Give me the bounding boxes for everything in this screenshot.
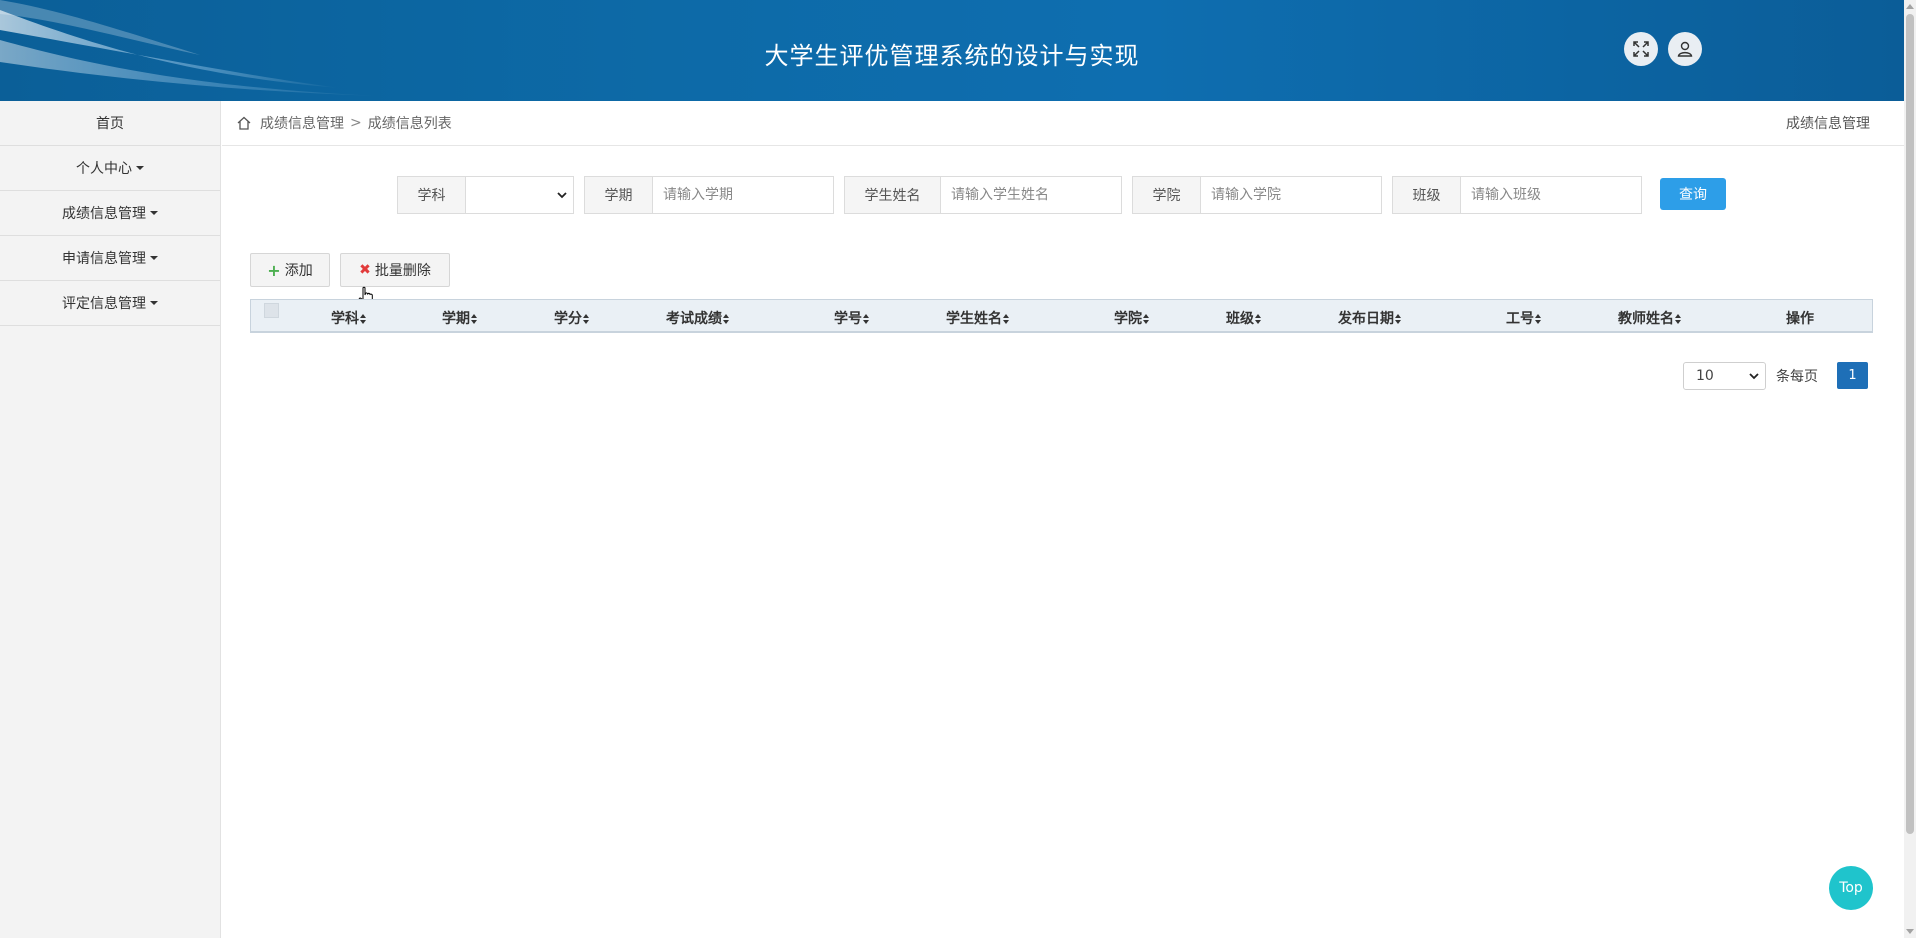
scrollbar-thumb[interactable] xyxy=(1906,14,1914,834)
class-label: 班级 xyxy=(1393,177,1461,213)
chevron-down-icon xyxy=(1749,373,1759,380)
home-icon[interactable] xyxy=(236,115,252,131)
scroll-down-arrow-icon[interactable] xyxy=(1906,929,1914,934)
sidebar-item-score-management[interactable]: 成绩信息管理 xyxy=(0,191,220,236)
sidebar-item-label: 成绩信息管理 xyxy=(62,206,146,222)
breadcrumb-level1[interactable]: 成绩信息管理 xyxy=(260,113,344,133)
sidebar-item-home[interactable]: 首页 xyxy=(0,101,220,146)
batch-delete-button-label: 批量删除 xyxy=(374,263,431,279)
back-to-top-button[interactable]: Top xyxy=(1829,866,1873,910)
sort-icon[interactable] xyxy=(471,314,478,324)
page-button-current[interactable]: 1 xyxy=(1837,362,1868,389)
page-size-select[interactable]: 10 xyxy=(1683,362,1766,390)
chevron-down-icon xyxy=(557,192,567,199)
sort-icon[interactable] xyxy=(1535,314,1542,324)
user-button[interactable] xyxy=(1668,32,1702,66)
column-header-college[interactable]: 学院 xyxy=(1114,308,1150,328)
sort-icon[interactable] xyxy=(1255,314,1262,324)
scroll-up-arrow-icon[interactable] xyxy=(1906,4,1914,9)
sort-icon[interactable] xyxy=(863,314,870,324)
column-header-credit[interactable]: 学分 xyxy=(554,308,590,328)
query-button[interactable]: 查询 xyxy=(1660,178,1726,210)
caret-down-icon xyxy=(150,301,158,305)
sort-icon[interactable] xyxy=(1395,314,1402,324)
fullscreen-icon xyxy=(1633,41,1649,57)
breadcrumb: 成绩信息管理 > 成绩信息列表 成绩信息管理 xyxy=(222,101,1904,146)
column-header-subject[interactable]: 学科 xyxy=(331,308,367,328)
student-name-label: 学生姓名 xyxy=(845,177,941,213)
subject-filter: 学科 xyxy=(397,176,574,214)
student-name-filter: 学生姓名 xyxy=(844,176,1122,214)
page-size-value: 10 xyxy=(1696,368,1714,384)
subject-select[interactable] xyxy=(466,177,573,213)
fullscreen-button[interactable] xyxy=(1624,32,1658,66)
column-header-term[interactable]: 学期 xyxy=(442,308,478,328)
sidebar-item-label: 申请信息管理 xyxy=(62,251,146,267)
page-scrollbar[interactable] xyxy=(1904,0,1916,938)
column-header-student-id[interactable]: 学号 xyxy=(834,308,870,328)
class-filter: 班级 xyxy=(1392,176,1642,214)
data-table-header: 学科 学期 学分 考试成绩 学号 学生姓名 学院 班级 发布日期 工号 教师姓名… xyxy=(250,299,1873,333)
caret-down-icon xyxy=(150,256,158,260)
user-icon xyxy=(1677,41,1693,57)
sort-icon[interactable] xyxy=(583,314,590,324)
term-label: 学期 xyxy=(585,177,653,213)
add-button-label: 添加 xyxy=(284,263,313,279)
app-title: 大学生评优管理系统的设计与实现 xyxy=(764,42,1140,70)
caret-down-icon xyxy=(150,211,158,215)
select-all-checkbox[interactable] xyxy=(264,303,279,318)
per-page-label: 条每页 xyxy=(1776,369,1818,385)
sidebar-item-evaluation-management[interactable]: 评定信息管理 xyxy=(0,281,220,326)
term-input[interactable] xyxy=(653,177,833,213)
header-banner: 大学生评优管理系统的设计与实现 xyxy=(0,0,1904,101)
column-header-actions: 操作 xyxy=(1786,311,1814,327)
sidebar: 首页 个人中心 成绩信息管理 申请信息管理 评定信息管理 xyxy=(0,101,221,938)
sort-icon[interactable] xyxy=(1143,314,1150,324)
sidebar-item-label: 首页 xyxy=(96,116,124,132)
term-filter: 学期 xyxy=(584,176,834,214)
college-input[interactable] xyxy=(1201,177,1381,213)
column-header-teacher-name[interactable]: 教师姓名 xyxy=(1618,308,1682,328)
batch-delete-button[interactable]: ✖ 批量删除 xyxy=(340,253,450,287)
college-label: 学院 xyxy=(1133,177,1201,213)
add-button[interactable]: + 添加 xyxy=(250,253,330,287)
column-header-staff-id[interactable]: 工号 xyxy=(1506,308,1542,328)
sort-icon[interactable] xyxy=(723,314,730,324)
breadcrumb-level2: 成绩信息列表 xyxy=(367,116,452,132)
class-input[interactable] xyxy=(1461,177,1641,213)
sidebar-item-label: 评定信息管理 xyxy=(62,296,146,312)
column-header-student-name[interactable]: 学生姓名 xyxy=(946,308,1010,328)
sort-icon[interactable] xyxy=(360,314,367,324)
column-header-publish-date[interactable]: 发布日期 xyxy=(1338,308,1402,328)
close-icon: ✖ xyxy=(359,262,371,278)
student-name-input[interactable] xyxy=(941,177,1121,213)
column-header-exam-score[interactable]: 考试成绩 xyxy=(666,308,730,328)
sort-icon[interactable] xyxy=(1675,314,1682,324)
sort-icon[interactable] xyxy=(1003,314,1010,324)
breadcrumb-separator: > xyxy=(350,115,362,131)
section-title: 成绩信息管理 xyxy=(1786,116,1870,132)
sidebar-item-label: 个人中心 xyxy=(76,161,132,177)
caret-down-icon xyxy=(136,166,144,170)
college-filter: 学院 xyxy=(1132,176,1382,214)
sidebar-item-application-management[interactable]: 申请信息管理 xyxy=(0,236,220,281)
plus-icon: + xyxy=(267,260,281,280)
subject-label: 学科 xyxy=(398,177,466,213)
sidebar-item-personal-center[interactable]: 个人中心 xyxy=(0,146,220,191)
column-header-class[interactable]: 班级 xyxy=(1226,308,1262,328)
